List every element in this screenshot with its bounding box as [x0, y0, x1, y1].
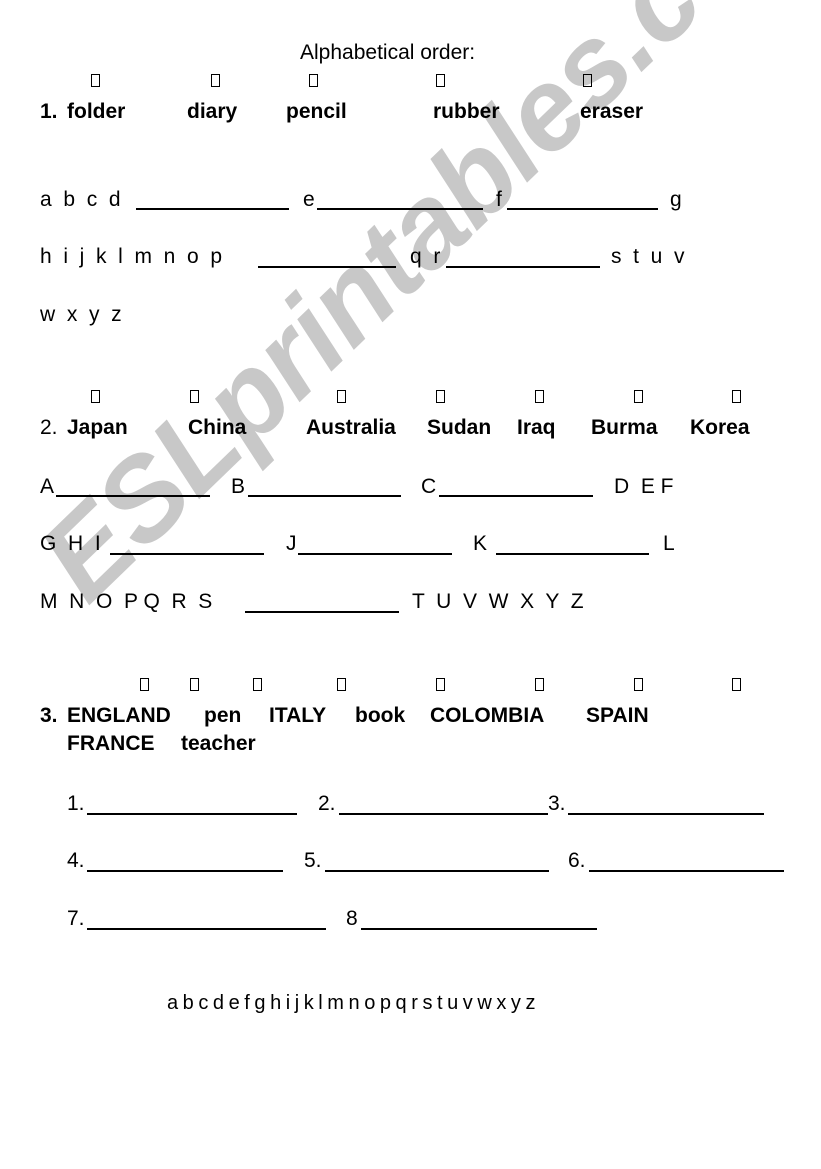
checkbox-icon — [337, 678, 346, 691]
checkbox-icon — [140, 678, 149, 691]
alphabet-reference: a b c d e f g h i j k l m n o p q r s t … — [167, 992, 536, 1014]
answer-blank[interactable] — [325, 870, 549, 872]
answer-number: 7. — [67, 907, 85, 930]
letters: e — [303, 188, 315, 211]
answer-blank[interactable] — [87, 870, 283, 872]
word: Sudan — [427, 416, 492, 439]
checkbox-icon — [190, 390, 199, 403]
page-title: Alphabetical order: — [300, 41, 476, 64]
answer-number: 4. — [67, 849, 85, 872]
checkbox-icon — [436, 678, 445, 691]
word: Iraq — [517, 416, 556, 439]
letters: B — [231, 475, 246, 498]
letters: J — [286, 532, 297, 555]
letters: G H I — [40, 532, 101, 555]
checkbox-icon — [91, 74, 100, 87]
word: teacher — [181, 732, 256, 755]
answer-blank[interactable] — [136, 208, 289, 210]
answer-blank[interactable] — [568, 813, 764, 815]
letters: a b c d — [40, 188, 121, 211]
answer-number: 8 — [346, 907, 358, 930]
word: eraser — [580, 100, 644, 123]
letters: D E F — [614, 475, 674, 498]
answer-blank[interactable] — [317, 208, 483, 210]
checkbox-icon — [211, 74, 220, 87]
checkbox-icon — [91, 390, 100, 403]
answer-blank[interactable] — [439, 495, 593, 497]
checkbox-icon — [634, 390, 643, 403]
letters: A — [40, 475, 55, 498]
checkbox-icon — [253, 678, 262, 691]
letters: h i j k l m n o p — [40, 245, 223, 268]
checkbox-icon — [436, 390, 445, 403]
answer-blank[interactable] — [87, 928, 326, 930]
word: folder — [67, 100, 126, 123]
word: COLOMBIA — [430, 704, 545, 727]
letters: s t u v — [611, 245, 685, 268]
answer-blank[interactable] — [361, 928, 597, 930]
checkbox-icon — [337, 390, 346, 403]
letters: q r — [410, 245, 441, 268]
answer-number: 3. — [548, 792, 566, 815]
word: ENGLAND — [67, 704, 171, 727]
checkbox-icon — [190, 678, 199, 691]
answer-blank[interactable] — [245, 611, 399, 613]
checkbox-icon — [732, 678, 741, 691]
letters: f — [496, 188, 502, 211]
word: FRANCE — [67, 732, 155, 755]
letters: w x y z — [40, 303, 122, 326]
checkbox-icon — [535, 390, 544, 403]
word: Korea — [690, 416, 750, 439]
word: pen — [204, 704, 242, 727]
answer-blank[interactable] — [446, 266, 600, 268]
answer-blank[interactable] — [248, 495, 401, 497]
word: book — [355, 704, 406, 727]
word: China — [188, 416, 247, 439]
checkbox-icon — [535, 678, 544, 691]
answer-blank[interactable] — [87, 813, 297, 815]
letters: T U V W X Y Z — [412, 590, 584, 613]
section-number: 2. — [40, 416, 58, 439]
word: Japan — [67, 416, 128, 439]
answer-number: 2. — [318, 792, 336, 815]
answer-blank[interactable] — [258, 266, 396, 268]
watermark: ESLprintables.com — [14, 0, 821, 625]
answer-blank[interactable] — [298, 553, 452, 555]
checkbox-icon — [634, 678, 643, 691]
answer-number: 5. — [304, 849, 322, 872]
answer-blank[interactable] — [589, 870, 784, 872]
checkbox-icon — [732, 390, 741, 403]
letters: g — [670, 188, 682, 211]
answer-number: 1. — [67, 792, 85, 815]
answer-number: 6. — [568, 849, 586, 872]
word: Burma — [591, 416, 658, 439]
letters: M N O P Q R S — [40, 590, 213, 613]
answer-blank[interactable] — [56, 495, 210, 497]
section-number: 3. — [40, 704, 58, 727]
letters: C — [421, 475, 437, 498]
section-number: 1. — [40, 100, 58, 123]
word: diary — [187, 100, 238, 123]
word: pencil — [286, 100, 347, 123]
checkbox-icon — [583, 74, 592, 87]
letters: K — [473, 532, 488, 555]
letters: L — [663, 532, 675, 555]
word: ITALY — [269, 704, 327, 727]
answer-blank[interactable] — [496, 553, 649, 555]
answer-blank[interactable] — [339, 813, 548, 815]
checkbox-icon — [309, 74, 318, 87]
answer-blank[interactable] — [110, 553, 264, 555]
word: rubber — [433, 100, 500, 123]
answer-blank[interactable] — [507, 208, 658, 210]
checkbox-icon — [436, 74, 445, 87]
word: SPAIN — [586, 704, 649, 727]
word: Australia — [306, 416, 396, 439]
